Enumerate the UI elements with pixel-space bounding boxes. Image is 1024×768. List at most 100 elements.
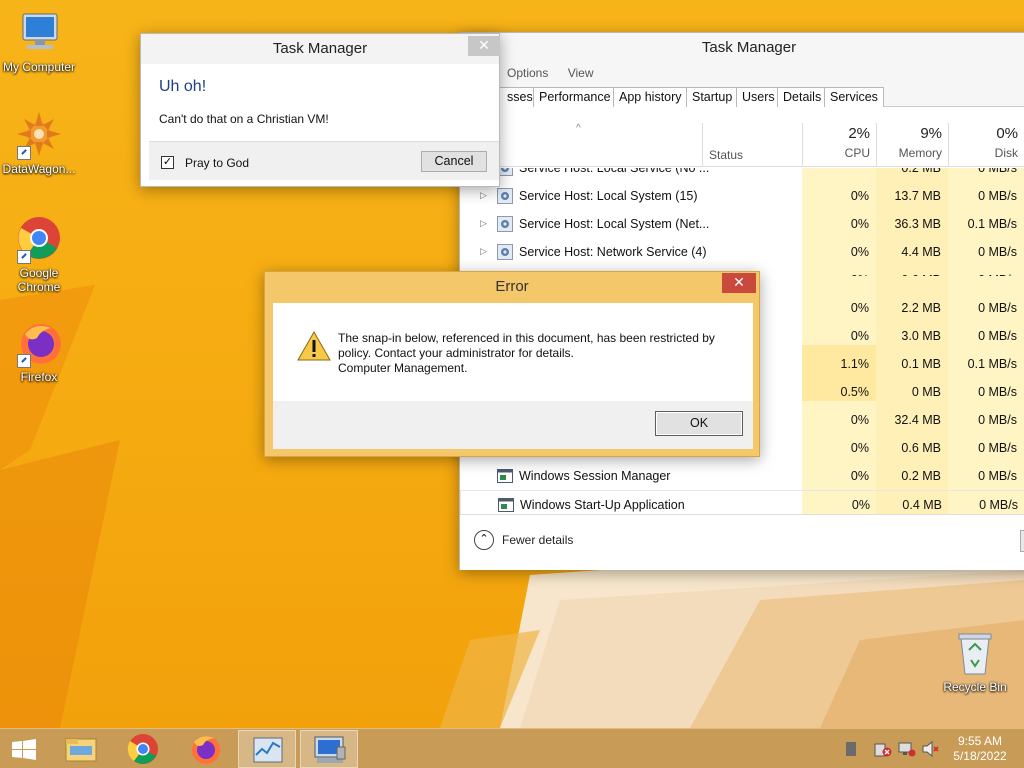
close-icon[interactable]: ✕ bbox=[722, 273, 756, 293]
windows-logo-icon bbox=[12, 739, 36, 760]
expand-arrow-icon[interactable]: ▷ bbox=[480, 246, 487, 257]
shortcut-arrow-icon bbox=[17, 250, 31, 264]
dialog-message: Can't do that on a Christian VM! bbox=[159, 112, 329, 126]
expand-arrow-icon[interactable]: ▷ bbox=[480, 190, 487, 201]
taskbar-file-explorer[interactable] bbox=[52, 730, 110, 768]
firefox-icon bbox=[192, 736, 220, 764]
column-header-row: ^ Status 2% CPU 9% Memory 0% Disk bbox=[460, 123, 1024, 167]
cell-cpu: 0% bbox=[850, 217, 869, 231]
cell-mem: 13.7 MB bbox=[894, 189, 941, 203]
cpu-total: 2% bbox=[848, 125, 870, 142]
cell-mem: 4.4 MB bbox=[901, 245, 941, 259]
cell-mem: 0.4 MB bbox=[902, 498, 942, 512]
column-memory[interactable]: 9% Memory bbox=[876, 123, 948, 167]
cell-disk: 0 MB/s bbox=[978, 301, 1017, 315]
cell-cpu: 0% bbox=[850, 301, 869, 315]
desktop-icon-google-chrome[interactable]: Google Chrome bbox=[0, 216, 78, 294]
menu-options[interactable]: Options bbox=[507, 66, 548, 80]
network-icon[interactable] bbox=[898, 741, 916, 757]
error-dialog-titlebar[interactable]: Error ✕ bbox=[265, 272, 759, 302]
desktop-icon-firefox[interactable]: Firefox bbox=[0, 320, 78, 384]
shortcut-arrow-icon bbox=[17, 354, 31, 368]
cell-mem: 36.3 MB bbox=[894, 217, 941, 231]
cell-disk: 0.1 MB/s bbox=[967, 217, 1017, 231]
column-disk[interactable]: 0% Disk bbox=[948, 123, 1024, 167]
ok-button[interactable]: OK bbox=[655, 411, 743, 436]
taskbar-computer-management[interactable] bbox=[300, 730, 358, 768]
table-row[interactable]: ▷ Service Host: Local System (15) 0% 13.7 M… bbox=[460, 182, 1024, 210]
table-row[interactable]: ▷ Service Host: Network Service (4) 0% 4.4 … bbox=[460, 238, 1024, 266]
task-manager-titlebar[interactable]: Task Manager bbox=[460, 33, 1024, 63]
cell-mem: 3.0 MB bbox=[901, 329, 941, 343]
pray-checkbox-label: Pray to God bbox=[185, 156, 250, 170]
error-line-2: policy. Contact your administrator for d… bbox=[338, 346, 574, 360]
volume-muted-icon[interactable] bbox=[922, 740, 939, 758]
taskbar-firefox[interactable] bbox=[176, 730, 234, 768]
taskbar-task-manager[interactable] bbox=[238, 730, 296, 768]
expand-arrow-icon[interactable]: ▷ bbox=[480, 218, 487, 229]
datawagon-icon bbox=[15, 112, 63, 160]
tab-details[interactable]: Details bbox=[777, 87, 828, 107]
shortcut-arrow-icon bbox=[17, 146, 31, 160]
clock-time: 9:55 AM bbox=[957, 734, 1003, 748]
cell-cpu: 0% bbox=[850, 189, 869, 203]
dialog-body: Uh oh! Can't do that on a Christian VM! bbox=[149, 65, 499, 140]
sort-arrow-icon[interactable]: ^ bbox=[576, 123, 581, 134]
table-row[interactable]: ▷ Service Host: Local System (Net... 0% 36.… bbox=[460, 210, 1024, 238]
desktop-icon-label: Recycle Bin bbox=[943, 680, 1007, 694]
cell-mem: 0.2 MB bbox=[901, 469, 941, 483]
network-error-icon[interactable] bbox=[874, 741, 892, 757]
process-name: Windows Session Manager bbox=[519, 469, 671, 483]
memory-total: 9% bbox=[920, 125, 942, 142]
cell-cpu: 0% bbox=[850, 245, 869, 259]
error-title: Error bbox=[495, 278, 529, 295]
table-row[interactable]: Windows Session Manager 0% 0.2 MB 0 MB/s bbox=[460, 462, 1024, 490]
uh-oh-dialog-titlebar[interactable]: Task Manager ✕ bbox=[141, 34, 500, 64]
close-icon[interactable]: ✕ bbox=[468, 36, 500, 56]
pray-checkbox[interactable]: ✓ bbox=[161, 156, 174, 169]
system-clock[interactable]: 9:55 AM 5/18/2022 bbox=[948, 734, 1012, 764]
dialog-heading: Uh oh! bbox=[159, 78, 207, 95]
desktop-icon-label: Google Chrome bbox=[17, 266, 61, 294]
tab-app-history[interactable]: App history bbox=[613, 87, 688, 107]
desktop-icon-my-computer[interactable]: My Computer bbox=[0, 10, 78, 74]
action-center-flag-icon[interactable] bbox=[846, 742, 856, 756]
clock-date: 5/18/2022 bbox=[953, 749, 1007, 763]
chrome-icon bbox=[127, 734, 158, 764]
tab-performance[interactable]: Performance bbox=[533, 87, 617, 107]
tab-services[interactable]: Services bbox=[824, 87, 884, 107]
start-button[interactable] bbox=[0, 730, 48, 768]
cell-cpu: 0% bbox=[850, 413, 869, 427]
tab-users[interactable]: Users bbox=[736, 87, 781, 107]
recycle-bin-icon bbox=[951, 630, 999, 678]
tab-strip: sses Performance App history Startup Use… bbox=[460, 85, 1024, 107]
cell-cpu: 0% bbox=[850, 441, 869, 455]
column-cpu[interactable]: 2% CPU bbox=[802, 123, 876, 167]
gear-icon bbox=[497, 244, 513, 260]
cell-disk: 0.1 MB/s bbox=[967, 357, 1017, 371]
memory-label: Memory bbox=[898, 146, 942, 160]
gear-icon bbox=[497, 188, 513, 204]
firefox-icon bbox=[15, 320, 63, 368]
desktop-icon-label: DataWagon... bbox=[2, 162, 76, 176]
cancel-button[interactable]: Cancel bbox=[421, 151, 487, 172]
process-name: Service Host: Local System (Net... bbox=[519, 217, 710, 231]
tab-startup[interactable]: Startup bbox=[686, 87, 739, 107]
end-task-button[interactable] bbox=[1020, 530, 1024, 552]
cell-mem: 2.2 MB bbox=[901, 301, 941, 315]
desktop-icon-datawagon[interactable]: DataWagon... bbox=[0, 112, 78, 176]
fewer-details-link[interactable]: Fewer details bbox=[502, 533, 573, 547]
gear-icon bbox=[497, 216, 513, 232]
error-line-3: Computer Management. bbox=[338, 361, 468, 375]
chevron-up-icon[interactable]: ⌃ bbox=[474, 530, 494, 550]
cell-disk: 0 MB/s bbox=[978, 385, 1017, 399]
cell-mem: 0.1 MB bbox=[901, 357, 941, 371]
taskbar-google-chrome[interactable] bbox=[114, 730, 172, 768]
task-manager-icon bbox=[253, 737, 283, 763]
column-status[interactable]: Status bbox=[709, 148, 743, 162]
menu-view[interactable]: View bbox=[568, 66, 594, 80]
taskbar: 9:55 AM 5/18/2022 bbox=[0, 728, 1024, 768]
process-name: Service Host: Network Service (4) bbox=[519, 245, 707, 259]
desktop-icon-recycle-bin[interactable]: Recycle Bin bbox=[936, 630, 1014, 694]
warning-icon bbox=[297, 330, 331, 361]
